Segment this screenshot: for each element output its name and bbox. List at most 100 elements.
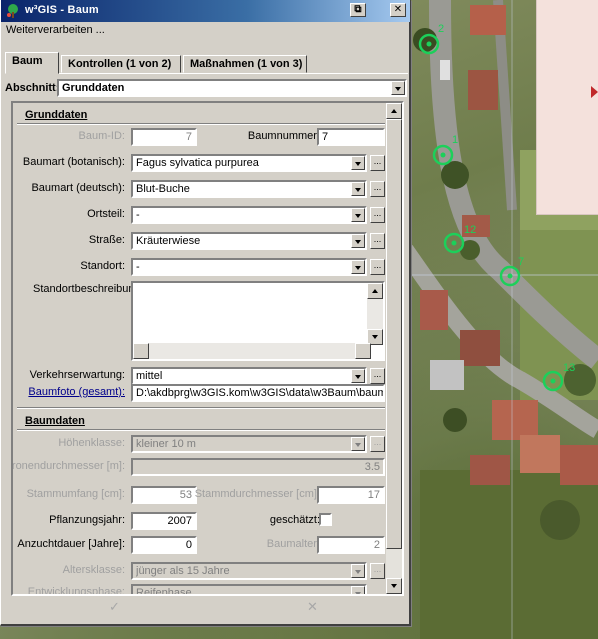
section-row: Abschnitt: Grunddaten (1, 79, 410, 97)
tree-marker-12[interactable] (443, 232, 465, 254)
expand-arrow-icon[interactable] (591, 86, 598, 98)
standort-select[interactable]: - (131, 258, 367, 276)
stammumfang-field: 53 (131, 486, 197, 504)
scroll-left-icon[interactable] (133, 343, 149, 359)
chevron-down-icon (351, 437, 365, 451)
scroll-right-icon[interactable] (355, 343, 371, 359)
chevron-down-icon[interactable] (351, 260, 365, 274)
ellipsis-button: ... (370, 563, 385, 579)
stammdurchmesser-label: Stammdurchmesser [cm]: (194, 488, 320, 500)
select-value: jünger als 15 Jahre (136, 565, 230, 577)
chevron-down-icon[interactable] (351, 208, 365, 222)
pflanzungsjahr-label: Pflanzungsjahr: (49, 514, 125, 526)
tree-marker-label: 13 (563, 362, 576, 374)
select-value: - (136, 209, 140, 221)
stammdurchmesser-field: 17 (317, 486, 385, 504)
kronendurchmesser-field: 3.5 (131, 458, 385, 476)
select-value: - (136, 261, 140, 273)
separator (17, 123, 385, 125)
scroll-up-icon[interactable] (367, 283, 383, 299)
textarea-vscroll[interactable] (367, 283, 383, 345)
baumfoto-link[interactable]: Baumfoto (gesamt): (28, 386, 125, 398)
separator (17, 407, 385, 409)
baumnummer-field[interactable]: 7 (317, 128, 385, 146)
baum-id-field: 7 (131, 128, 197, 146)
ortsteil-label: Ortsteil: (87, 208, 125, 220)
form-vscroll[interactable] (386, 103, 402, 594)
select-value: Reifephase (136, 587, 192, 596)
ortsteil-select[interactable]: - (131, 206, 367, 224)
chevron-down-icon[interactable] (351, 156, 365, 170)
verkehrserwartung-select[interactable]: mittel (131, 367, 367, 385)
stammumfang-label: Stammumfang [cm]: (26, 488, 125, 500)
chevron-down-icon[interactable] (351, 182, 365, 196)
scroll-down-icon[interactable] (386, 578, 402, 594)
tree-marker-label: 2 (438, 23, 445, 35)
chevron-down-icon[interactable] (391, 81, 405, 95)
tab-label: Kontrollen (1 von 2) (68, 58, 172, 70)
anzuchtdauer-field[interactable]: 0 (131, 536, 197, 554)
section-value: Grunddaten (62, 82, 125, 94)
ellipsis-button[interactable]: ... (370, 181, 385, 197)
chevron-down-icon (351, 586, 365, 594)
anzuchtdauer-label: Anzuchtdauer [Jahre]: (17, 538, 125, 550)
tree-marker-label: 12 (464, 224, 477, 236)
select-value: Kräuterwiese (136, 235, 201, 247)
chevron-down-icon (351, 564, 365, 578)
entwicklungsphase-label: Entwicklungsphase: (27, 586, 125, 596)
section-select[interactable]: Grunddaten (57, 79, 407, 97)
group-title-grunddaten: Grunddaten (25, 109, 88, 121)
scroll-thumb[interactable] (386, 119, 402, 549)
chevron-down-icon[interactable] (351, 234, 365, 248)
geschaetzt-checkbox[interactable] (319, 513, 332, 526)
baumfoto-path-field[interactable]: D:\akdbprg\w3GIS.kom\w3GIS\data\w3Baum\b… (131, 384, 385, 402)
chevron-down-icon[interactable] (351, 369, 365, 383)
scroll-up-icon[interactable] (386, 103, 402, 119)
strasse-label: Straße: (88, 234, 125, 246)
textarea-hscroll[interactable] (133, 343, 371, 359)
select-value: kleiner 10 m (136, 438, 196, 450)
group-title-baumdaten: Baumdaten (25, 415, 85, 427)
select-value: mittel (136, 370, 163, 382)
kronendurchmesser-label: Kronendurchmesser [m]: (11, 460, 125, 472)
ellipsis-button[interactable]: ... (370, 233, 385, 249)
ellipsis-button: ... (370, 436, 385, 452)
tab-label: Baum (12, 55, 43, 67)
ellipsis-button[interactable]: ... (370, 259, 385, 275)
tree-marker-2[interactable] (418, 33, 440, 55)
entwicklungsphase-select: Reifephase (131, 584, 367, 596)
tree-marker-13[interactable] (542, 370, 564, 392)
tab-baum[interactable]: Baum (5, 52, 59, 74)
title-bar[interactable]: w³GIS - Baum ⧉ ✕ (1, 0, 410, 22)
restore-icon[interactable]: ⧉ (350, 3, 366, 17)
standortbeschreibung-label: Standortbeschreibung: (33, 283, 144, 295)
checkmark-icon[interactable]: ✓ (109, 599, 120, 615)
strasse-select[interactable]: Kräuterwiese (131, 232, 367, 250)
tree-marker-label: 7 (518, 256, 525, 268)
tab-divider (5, 73, 408, 74)
app-tree-icon (7, 4, 18, 18)
baumalter-field: 2 (317, 536, 385, 554)
tree-marker-1[interactable] (432, 144, 454, 166)
ellipsis-button[interactable]: ... (370, 207, 385, 223)
baum-id-label: Baum-ID: (78, 130, 125, 142)
ellipsis-button[interactable]: ... (370, 155, 385, 171)
altersklasse-label: Altersklasse: (62, 564, 125, 576)
tree-marker-7[interactable] (499, 265, 521, 287)
verkehrserwartung-label: Verkehrserwartung: (29, 369, 125, 381)
tree-marker-label: 1 (452, 134, 459, 146)
tab-massnahmen[interactable]: Maßnahmen (1 von 3) (183, 55, 307, 73)
standortbeschreibung-textarea[interactable] (131, 281, 385, 361)
cancel-icon[interactable]: ✕ (307, 599, 318, 615)
close-icon[interactable]: ✕ (390, 3, 406, 17)
tab-kontrollen[interactable]: Kontrollen (1 von 2) (61, 55, 181, 73)
hoehenklasse-label: Höhenklasse: (58, 437, 125, 449)
baumalter-label: Baumalter: (266, 538, 320, 550)
standort-label: Standort: (80, 260, 125, 272)
baumart-deutsch-select[interactable]: Blut-Buche (131, 180, 367, 198)
menu-weiterverarbeiten[interactable]: Weiterverarbeiten ... (6, 24, 105, 36)
ellipsis-button[interactable]: ... (370, 368, 385, 384)
geschaetzt-label: geschätzt: (269, 514, 320, 526)
baumart-botanisch-select[interactable]: Fagus sylvatica purpurea (131, 154, 367, 172)
pflanzungsjahr-field[interactable]: 2007 (131, 512, 197, 530)
